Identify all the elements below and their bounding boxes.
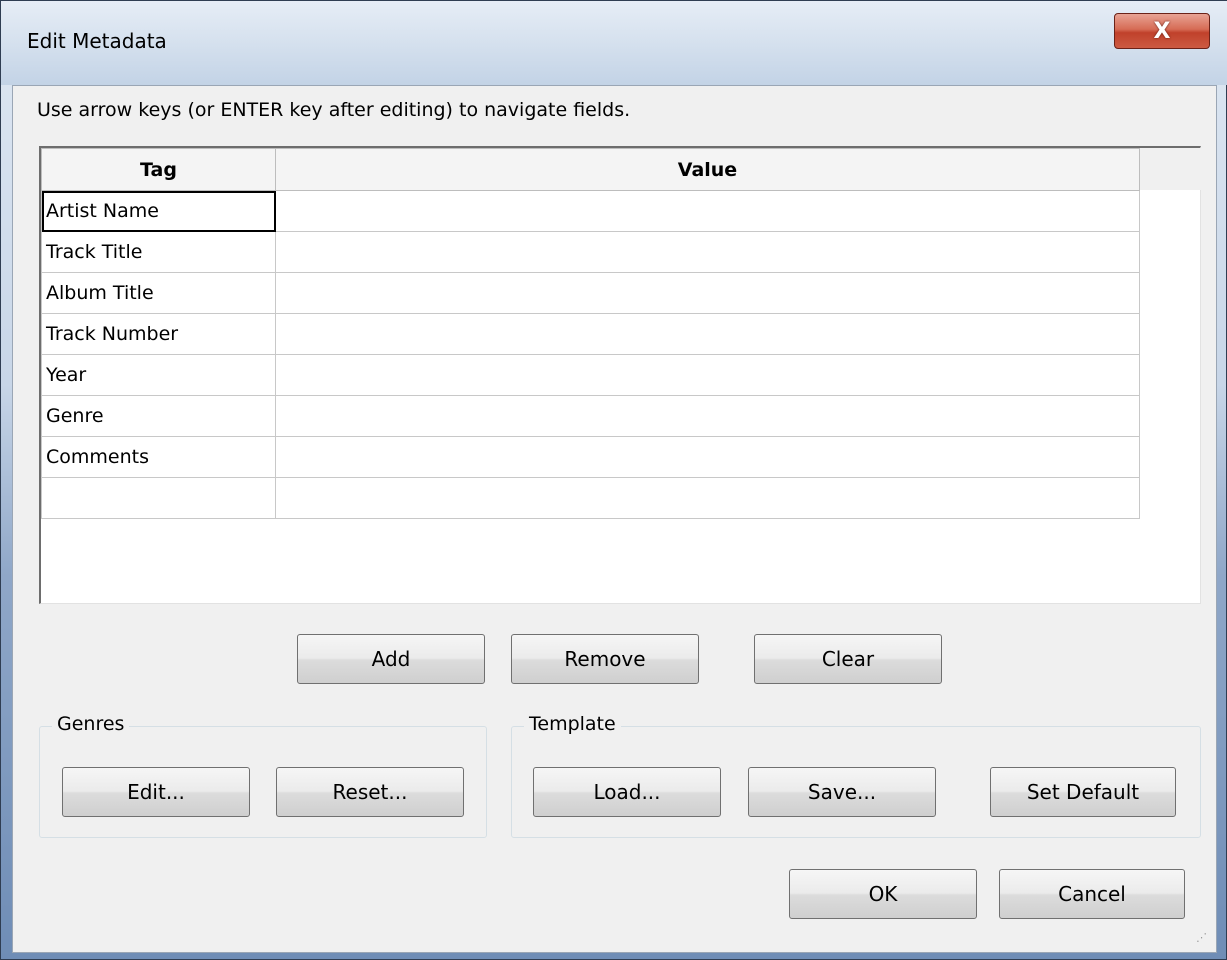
table-row: Track Number (41, 313, 1140, 355)
tag-cell[interactable]: Genre (41, 395, 276, 437)
title-bar[interactable]: Edit Metadata X (1, 1, 1227, 85)
table-row: Track Title (41, 231, 1140, 273)
add-button[interactable]: Add (297, 634, 485, 684)
value-cell[interactable] (275, 272, 1140, 314)
dialog-client-area: Use arrow keys (or ENTER key after editi… (12, 85, 1217, 953)
column-header-value[interactable]: Value (275, 148, 1140, 191)
value-cell[interactable] (275, 190, 1140, 232)
tag-cell[interactable]: Comments (41, 436, 276, 478)
table-row: Comments (41, 436, 1140, 478)
value-cell[interactable] (275, 477, 1140, 519)
set-default-button[interactable]: Set Default (990, 767, 1176, 817)
column-header-tag[interactable]: Tag (41, 148, 276, 191)
table-row: Album Title (41, 272, 1140, 314)
tag-cell[interactable]: Track Title (41, 231, 276, 273)
genres-group: Genres Edit... Reset... (39, 713, 487, 838)
navigation-hint: Use arrow keys (or ENTER key after editi… (37, 99, 631, 121)
tag-cell[interactable]: Artist Name (41, 190, 276, 232)
template-group-label: Template (524, 713, 621, 735)
value-cell[interactable] (275, 395, 1140, 437)
table-row: Year (41, 354, 1140, 396)
window-title: Edit Metadata (27, 29, 167, 53)
clear-button[interactable]: Clear (754, 634, 942, 684)
tag-cell[interactable] (41, 477, 276, 519)
resize-grip-icon[interactable]: ⋰ (1196, 932, 1210, 948)
table-header-row: Tag Value (41, 148, 1140, 191)
close-button[interactable]: X (1114, 13, 1210, 49)
value-cell[interactable] (275, 313, 1140, 355)
genres-group-label: Genres (52, 713, 130, 735)
save-template-button[interactable]: Save... (748, 767, 936, 817)
remove-button[interactable]: Remove (511, 634, 699, 684)
tag-cell[interactable]: Album Title (41, 272, 276, 314)
metadata-table-container[interactable]: Tag Value Artist Name Track Title Album … (39, 146, 1201, 604)
table-row (41, 477, 1140, 519)
reset-genres-button[interactable]: Reset... (276, 767, 464, 817)
edit-genres-button[interactable]: Edit... (62, 767, 250, 817)
template-group: Template Load... Save... Set Default (511, 713, 1201, 838)
value-cell[interactable] (275, 231, 1140, 273)
table-row: Artist Name (41, 190, 1140, 232)
tag-cell[interactable]: Track Number (41, 313, 276, 355)
value-cell[interactable] (275, 354, 1140, 396)
metadata-table: Tag Value Artist Name Track Title Album … (41, 148, 1140, 519)
load-template-button[interactable]: Load... (533, 767, 721, 817)
ok-button[interactable]: OK (789, 869, 977, 919)
dialog-window: Edit Metadata X Use arrow keys (or ENTER… (0, 0, 1227, 960)
close-icon: X (1153, 18, 1171, 44)
header-filler (1138, 148, 1201, 190)
tag-cell[interactable]: Year (41, 354, 276, 396)
cancel-button[interactable]: Cancel (999, 869, 1185, 919)
table-row: Genre (41, 395, 1140, 437)
value-cell[interactable] (275, 436, 1140, 478)
